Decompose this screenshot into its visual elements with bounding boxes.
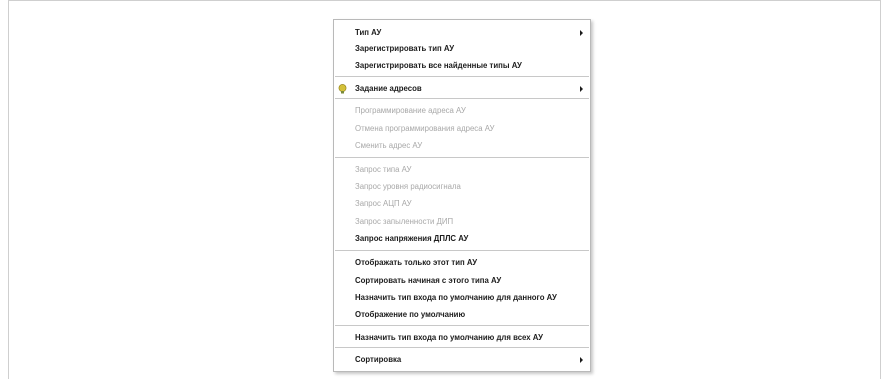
menu-separator [335,157,589,158]
menu-item-label: Запрос типа АУ [355,165,412,174]
menu-item-label: Сортировать начиная с этого типа АУ [355,276,502,285]
menu-separator [335,98,589,99]
menu-item-label: Зарегистрировать все найденные типы АУ [355,61,522,70]
menu-item-label: Запрос АЦП АУ [355,199,412,208]
submenu-arrow-icon [580,86,583,92]
menu-item-label: Запрос напряжения ДПЛС АУ [355,234,469,243]
menu-item-label: Назначить тип входа по умолчанию для дан… [355,293,557,302]
menu-separator [335,250,589,251]
menu-separator [335,347,589,348]
menu-item-label: Запрос уровня радиосигнала [355,182,461,191]
menu-item-request-type[interactable]: Запрос типа АУ [334,161,590,179]
menu-item-label: Отображать только этот тип АУ [355,258,478,267]
menu-item-register-type[interactable]: Зарегистрировать тип АУ [334,40,590,58]
yellow-bulb-icon [338,84,347,94]
menu-item-label: Назначить тип входа по умолчанию для все… [355,333,543,342]
menu-item-label: Задание адресов [355,84,422,93]
submenu-arrow-icon [580,357,583,363]
menu-item-show-only[interactable]: Отображать только этот тип АУ [334,254,590,272]
menu-item-label: Сменить адрес АУ [355,141,423,150]
menu-item-prog-address[interactable]: Программирование адреса АУ [334,102,590,120]
menu-item-register-all[interactable]: Зарегистрировать все найденные типы АУ [334,57,590,75]
menu-item-cancel-prog[interactable]: Отмена программирования адреса АУ [334,120,590,138]
menu-item-request-adc[interactable]: Запрос АЦП АУ [334,195,590,213]
submenu-arrow-icon [580,30,583,36]
menu-item-label: Отображение по умолчанию [355,310,466,319]
menu-item-label: Зарегистрировать тип АУ [355,44,455,53]
menu-item-sorting[interactable]: Сортировка [334,351,590,369]
menu-item-label: Отмена программирования адреса АУ [355,124,495,133]
menu-separator [335,76,589,77]
menu-item-assign-input-all[interactable]: Назначить тип входа по умолчанию для все… [334,329,590,347]
context-menu: Тип АУ Зарегистрировать тип АУ Зарегистр… [333,19,591,372]
menu-item-request-dust[interactable]: Запрос запыленности ДИП [334,213,590,231]
menu-item-address-assign[interactable]: Задание адресов [334,80,590,98]
menu-item-label: Запрос запыленности ДИП [355,217,454,226]
menu-item-default-display[interactable]: Отображение по умолчанию [334,306,590,324]
menu-item-request-voltage[interactable]: Запрос напряжения ДПЛС АУ [334,230,590,248]
menu-item-label: Сортировка [355,355,402,364]
menu-separator [335,325,589,326]
menu-item-sort-from[interactable]: Сортировать начиная с этого типа АУ [334,272,590,290]
menu-item-assign-input-this[interactable]: Назначить тип входа по умолчанию для дан… [334,289,590,307]
menu-item-request-radio[interactable]: Запрос уровня радиосигнала [334,178,590,196]
menu-item-change-address[interactable]: Сменить адрес АУ [334,137,590,155]
menu-item-label: Программирование адреса АУ [355,106,466,115]
